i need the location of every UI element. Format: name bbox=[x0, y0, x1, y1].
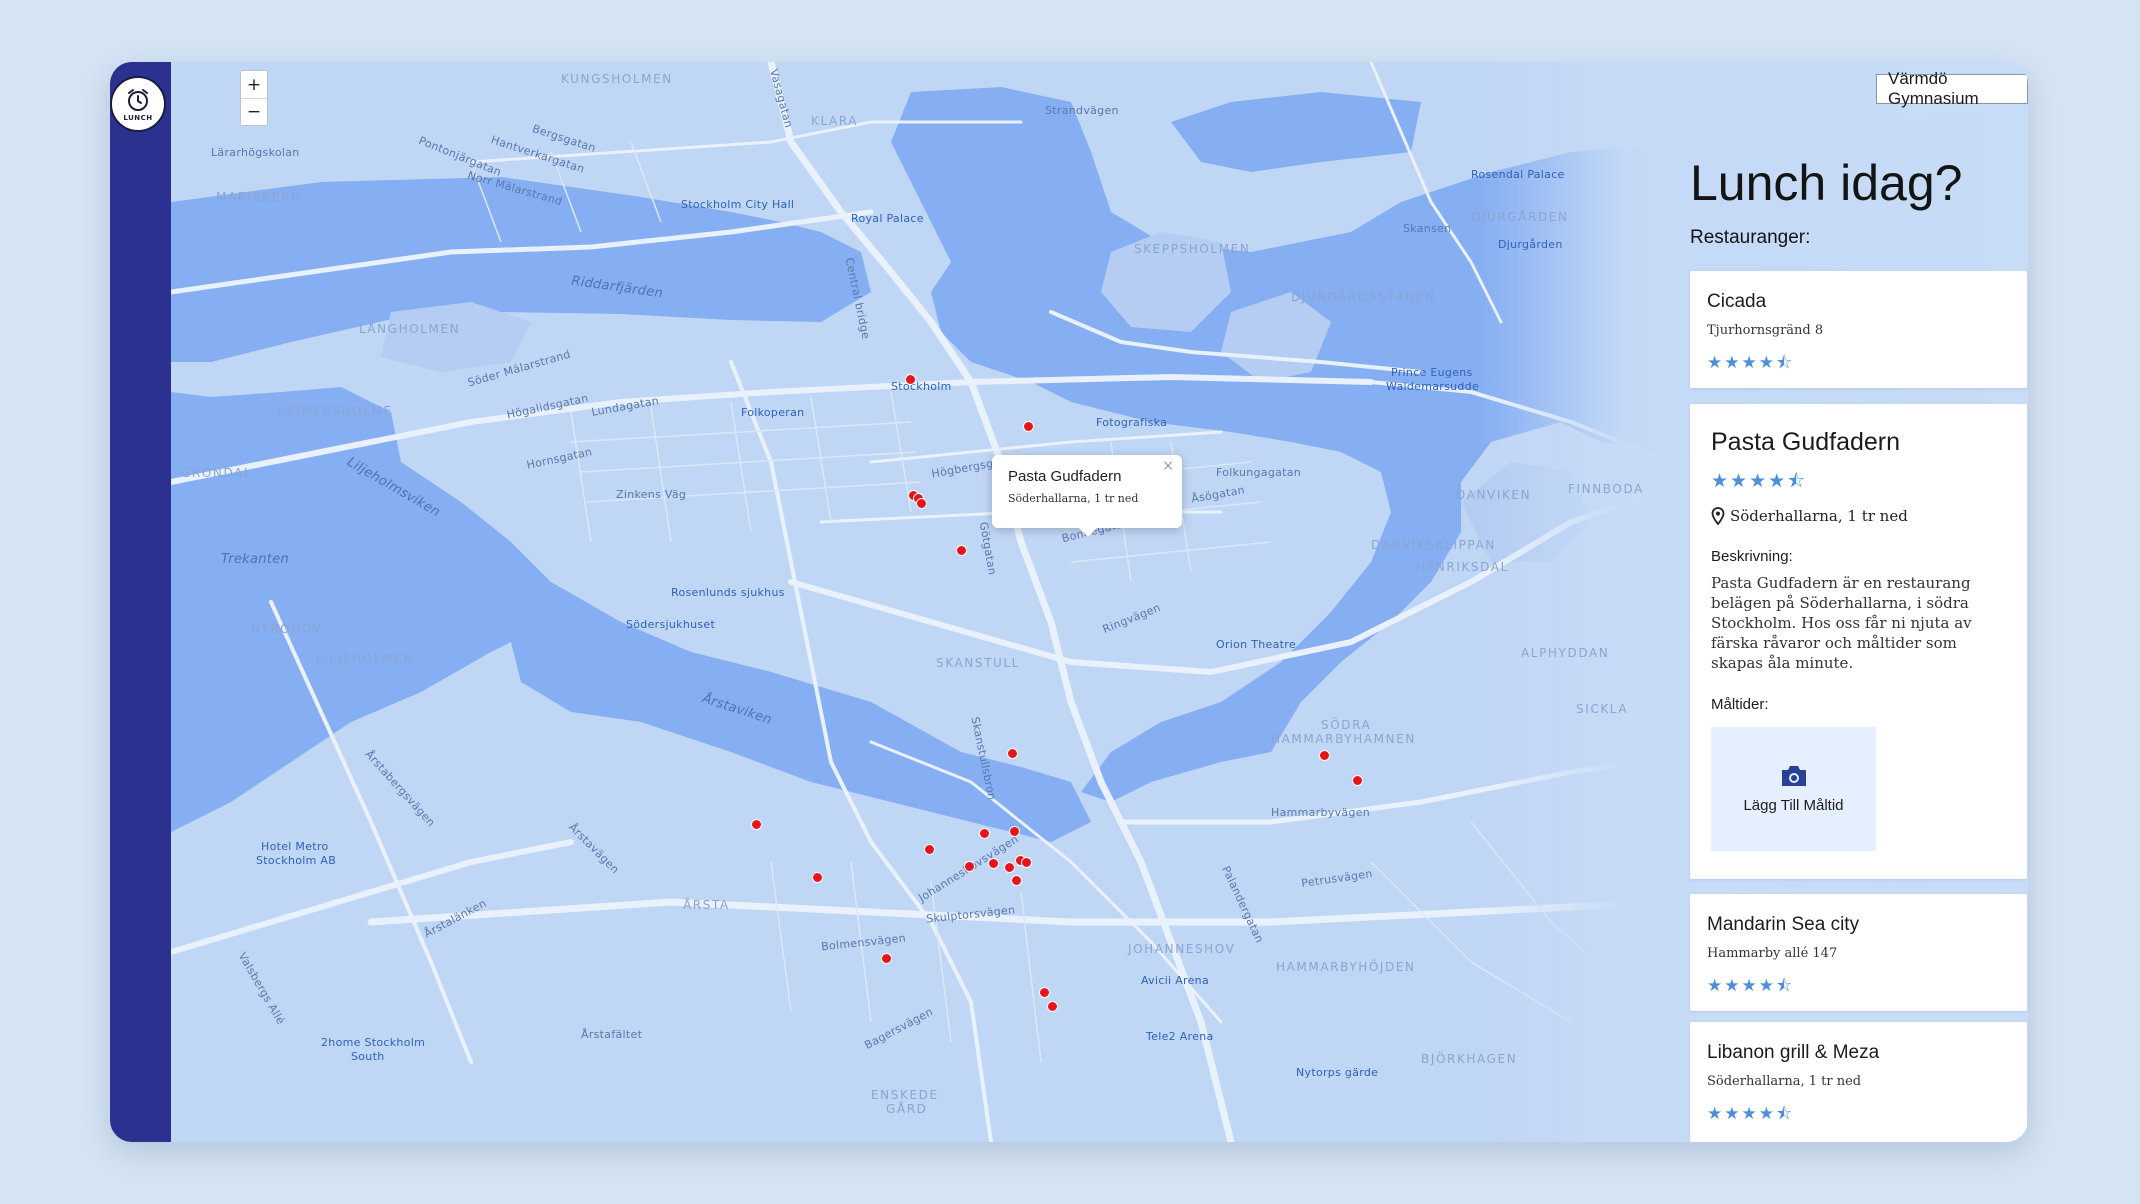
app-window: LUNCH KUNGSHOLMEN Lärarhögskolan Bergsga… bbox=[110, 62, 2028, 1142]
restaurant-marker[interactable] bbox=[1004, 862, 1015, 873]
restaurant-address: Tjurhornsgränd 8 bbox=[1707, 323, 1824, 338]
restaurant-marker[interactable] bbox=[1023, 421, 1034, 432]
restaurant-marker[interactable] bbox=[1319, 750, 1330, 761]
meals-label: Måltider: bbox=[1711, 696, 1769, 713]
restaurant-marker[interactable] bbox=[812, 872, 823, 883]
map-popup: Pasta Gudfadern Söderhallarna, 1 tr ned … bbox=[992, 455, 1182, 537]
restaurant-card[interactable]: Cicada Tjurhornsgränd 8 ★★★★⯪ bbox=[1690, 271, 2027, 388]
star-rating: ★★★★⯪ bbox=[1711, 470, 1808, 492]
restaurant-marker[interactable] bbox=[924, 844, 935, 855]
restaurant-marker[interactable] bbox=[905, 374, 916, 385]
zoom-out-button[interactable]: − bbox=[241, 98, 267, 125]
restaurant-marker[interactable] bbox=[881, 953, 892, 964]
add-meal-label: Lägg Till Måltid bbox=[1743, 797, 1844, 814]
restaurant-marker[interactable] bbox=[1039, 987, 1050, 998]
restaurant-marker[interactable] bbox=[956, 545, 967, 556]
restaurant-card[interactable]: Mandarin Sea city Hammarby allé 147 ★★★★… bbox=[1690, 894, 2027, 1011]
sidebar bbox=[110, 62, 171, 1142]
page-title: Lunch idag? bbox=[1690, 155, 1963, 211]
restaurant-marker[interactable] bbox=[1009, 826, 1020, 837]
star-rating: ★★★★⯪ bbox=[1707, 353, 1795, 373]
description-label: Beskrivning: bbox=[1711, 548, 1793, 565]
popup-title: Pasta Gudfadern bbox=[1008, 468, 1122, 485]
restaurant-marker[interactable] bbox=[1352, 775, 1363, 786]
zoom-in-button[interactable]: + bbox=[241, 71, 267, 98]
map[interactable]: KUNGSHOLMEN Lärarhögskolan Bergsgatan Ha… bbox=[171, 62, 2028, 1142]
popup-address: Söderhallarna, 1 tr ned bbox=[1008, 492, 1139, 505]
restaurant-marker[interactable] bbox=[751, 819, 762, 830]
restaurant-marker[interactable] bbox=[979, 828, 990, 839]
address-row: Söderhallarna, 1 tr ned bbox=[1711, 507, 2006, 525]
popup-close-button[interactable]: × bbox=[1162, 458, 1174, 474]
restaurant-marker[interactable] bbox=[1021, 857, 1032, 868]
logo-text: LUNCH bbox=[123, 113, 153, 122]
location-pin-icon bbox=[1711, 507, 1725, 525]
restaurant-marker[interactable] bbox=[916, 498, 927, 509]
add-meal-button[interactable]: Lägg Till Måltid bbox=[1711, 727, 1876, 851]
restaurant-marker[interactable] bbox=[1011, 875, 1022, 886]
alarm-clock-icon bbox=[128, 88, 148, 111]
restaurant-marker[interactable] bbox=[988, 858, 999, 869]
restaurants-heading: Restauranger: bbox=[1690, 227, 1811, 248]
restaurant-card-expanded[interactable]: Pasta Gudfadern ★★★★⯪ Söderhallarna, 1 t… bbox=[1690, 404, 2027, 879]
star-rating: ★★★★⯪ bbox=[1707, 976, 1795, 996]
restaurant-marker[interactable] bbox=[964, 861, 975, 872]
star-rating: ★★★★⯪ bbox=[1707, 1104, 1795, 1124]
camera-icon bbox=[1781, 766, 1806, 786]
restaurant-name: Mandarin Sea city bbox=[1707, 914, 1860, 935]
restaurant-address: Söderhallarna, 1 tr ned bbox=[1730, 507, 1908, 525]
restaurant-marker[interactable] bbox=[1007, 748, 1018, 759]
school-selector-button[interactable]: Värmdö Gymnasium bbox=[1876, 69, 2028, 108]
restaurant-name: Libanon grill & Meza bbox=[1707, 1042, 1880, 1063]
zoom-control: + − bbox=[240, 70, 268, 126]
restaurant-description: Pasta Gudfadern är en restaurang belägen… bbox=[1711, 574, 1972, 672]
restaurant-name: Cicada bbox=[1707, 291, 1767, 312]
restaurant-card[interactable]: Libanon grill & Meza Söderhallarna, 1 tr… bbox=[1690, 1022, 2027, 1142]
restaurant-address: Söderhallarna, 1 tr ned bbox=[1707, 1074, 1862, 1089]
lunch-logo[interactable]: LUNCH bbox=[110, 76, 166, 132]
restaurant-address: Hammarby allé 147 bbox=[1707, 946, 1838, 961]
restaurant-marker[interactable] bbox=[1047, 1001, 1058, 1012]
restaurant-name: Pasta Gudfadern bbox=[1711, 428, 1901, 456]
